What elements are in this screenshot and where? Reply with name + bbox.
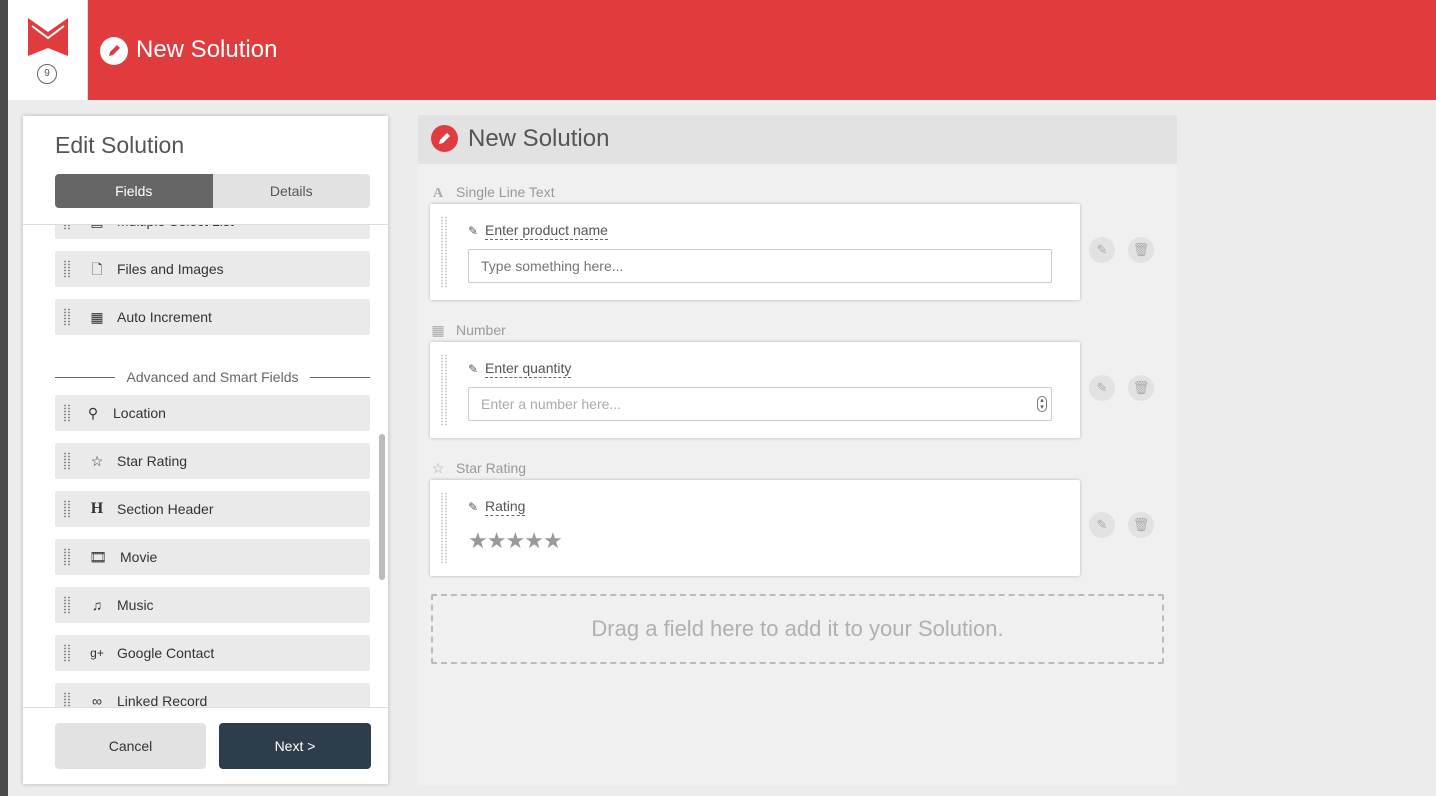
divider [310,377,370,378]
field-item-section-header[interactable]: H Section Header [55,491,370,527]
field-card[interactable]: ✎ Enter product name [430,204,1080,300]
header-icon: H [90,500,104,517]
delete-field-button[interactable]: 🗑 [1128,237,1154,263]
delete-field-button[interactable]: 🗑 [1128,512,1154,538]
page-title: New Solution [136,36,278,63]
field-label[interactable]: Enter quantity [485,360,572,378]
number-spinner[interactable]: ▴ ▾ [1037,396,1047,412]
pencil-icon: ✎ [468,224,479,238]
delete-field-button[interactable]: 🗑 [1128,375,1154,401]
field-card[interactable]: ✎ Rating ★★★★★ [430,480,1080,576]
music-icon: ♫ [91,597,103,613]
drag-handle-icon[interactable] [63,308,71,326]
calculator-icon: ▦ [90,309,104,325]
pencil-icon [100,37,128,65]
star-icon[interactable]: ★ [505,528,525,553]
drag-handle-icon[interactable] [440,216,448,288]
field-card[interactable]: ✎ Enter quantity Enter a number here... … [430,342,1080,438]
field-label[interactable]: Rating [485,498,526,516]
edit-field-button[interactable]: ✎ [1089,512,1115,538]
canvas-title: New Solution [468,125,610,152]
solution-canvas: New Solution A Single Line Text ✎ Enter p… [418,115,1177,785]
drag-handle-icon[interactable] [63,225,71,230]
number-input[interactable]: Enter a number here... ▴ ▾ [468,387,1052,421]
field-type-label: A Single Line Text [430,184,555,202]
text-input[interactable] [468,249,1052,283]
drag-handle-icon[interactable] [63,692,71,707]
drag-handle-icon[interactable] [63,500,71,518]
star-icon[interactable]: ★ [543,528,563,553]
star-icon[interactable]: ★ [524,528,544,553]
star-icon[interactable]: ★ [468,528,488,553]
map-marker-icon: ⚲ [87,405,99,421]
pencil-icon: ✎ [468,500,479,514]
section-title-advanced: Advanced and Smart Fields [55,367,370,387]
link-icon: ∞ [92,693,102,707]
field-palette: ▤ Multiple Select List 🗋 Files and Image… [23,225,388,707]
field-item-music[interactable]: ♫ Music [55,587,370,623]
text-icon: A [432,186,444,201]
drag-handle-icon[interactable] [440,492,448,564]
google-plus-icon: g+ [90,646,104,660]
scrollbar[interactable] [379,434,385,580]
file-icon: 🗋 [91,261,103,277]
tab-fields[interactable]: Fields [55,174,213,208]
field-item-auto-increment[interactable]: ▦ Auto Increment [55,299,370,335]
field-item-google-contact[interactable]: g+ Google Contact [55,635,370,671]
canvas-header: New Solution [418,115,1177,164]
field-item-files-and-images[interactable]: 🗋 Files and Images [55,251,370,287]
field-dropzone[interactable]: Drag a field here to add it to your Solu… [431,594,1164,664]
pencil-icon[interactable] [431,125,458,152]
edit-solution-panel: Edit Solution Fields Details ▤ Multiple … [23,116,388,784]
top-bar: New Solution [88,0,1436,100]
panel-tabs: Fields Details [55,174,370,208]
drag-handle-icon[interactable] [440,354,448,426]
drag-handle-icon[interactable] [63,644,71,662]
app-logo[interactable]: 9 [8,0,88,100]
edit-field-button[interactable]: ✎ [1089,375,1115,401]
divider [23,707,388,708]
film-icon: 🎞 [89,549,107,565]
panel-title: Edit Solution [55,132,185,158]
field-label[interactable]: Enter product name [485,222,608,240]
pencil-icon: ✎ [468,362,479,376]
field-item-star-rating[interactable]: ☆ Star Rating [55,443,370,479]
logo-icon [28,18,68,56]
field-item-movie[interactable]: 🎞 Movie [55,539,370,575]
field-item-multiple-select[interactable]: ▤ Multiple Select List [55,225,370,239]
star-rating[interactable]: ★★★★★ [468,528,563,554]
star-icon: ☆ [431,460,445,476]
cancel-button[interactable]: Cancel [55,723,206,769]
star-icon: ☆ [90,453,104,469]
list-icon: ▤ [87,225,107,231]
notification-counter[interactable]: 9 [37,64,57,84]
star-icon[interactable]: ★ [487,528,507,553]
calculator-icon: ▦ [431,322,445,338]
drag-handle-icon[interactable] [63,404,71,422]
left-rail [0,0,8,796]
edit-field-button[interactable]: ✎ [1089,237,1115,263]
drag-handle-icon[interactable] [63,452,71,470]
field-type-label: ☆ Star Rating [431,460,527,476]
tab-details[interactable]: Details [212,174,370,208]
drag-handle-icon[interactable] [63,548,71,566]
drag-handle-icon[interactable] [63,260,71,278]
drag-handle-icon[interactable] [63,596,71,614]
field-item-location[interactable]: ⚲ Location [55,395,370,431]
next-button[interactable]: Next > [219,723,371,769]
field-type-label: ▦ Number [431,322,506,338]
field-item-linked-record[interactable]: ∞ Linked Record [55,683,370,707]
